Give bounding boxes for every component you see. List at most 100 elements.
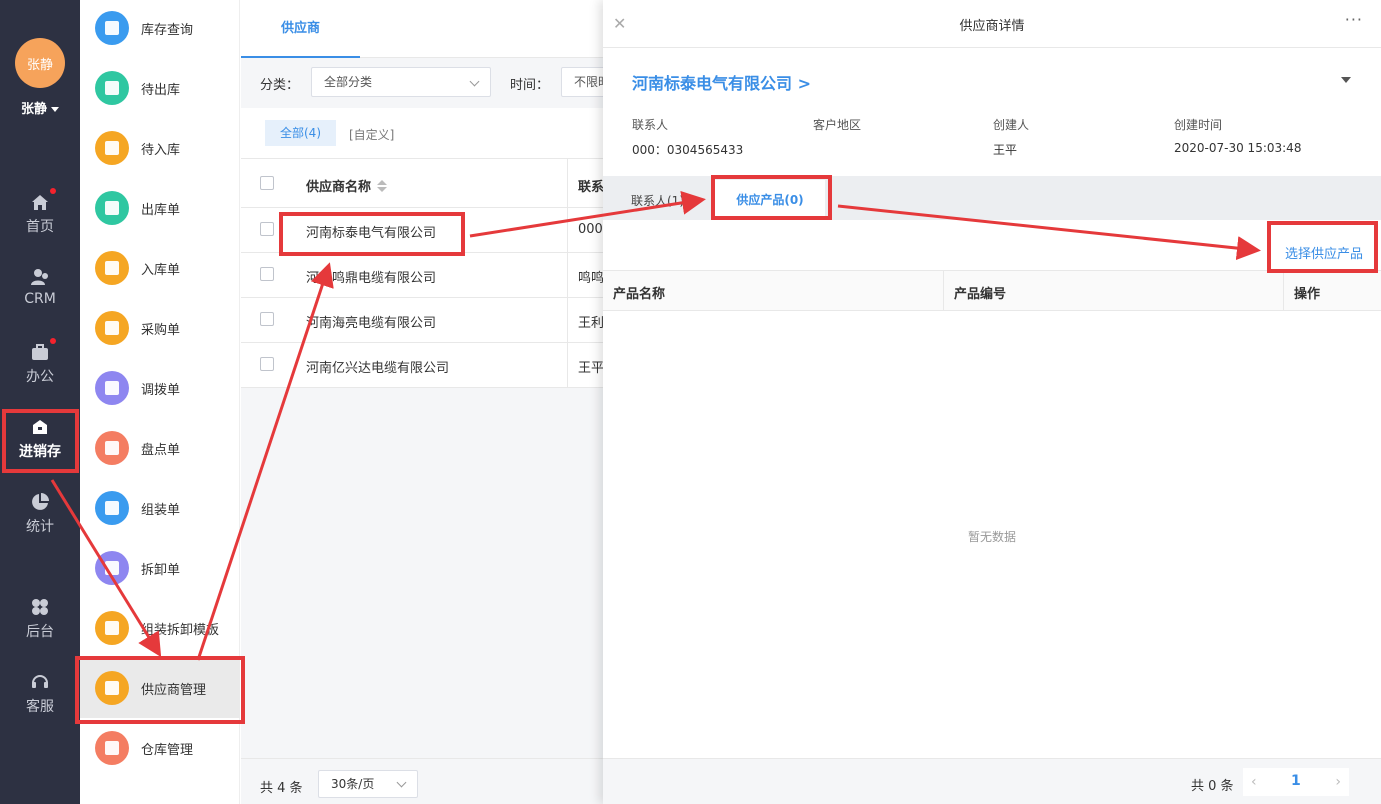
chevron-right-icon[interactable]: › <box>1335 774 1341 790</box>
drawer-pagination: 共 0 条 ‹ 1 › <box>603 758 1381 804</box>
annotation-box-inventory <box>2 409 79 473</box>
pie-chart-icon <box>30 492 50 512</box>
page-size-select[interactable]: 30条/页 <box>318 770 418 798</box>
caret-down-icon[interactable] <box>1341 77 1351 83</box>
rail-item-home[interactable]: 首页 <box>0 188 80 252</box>
view-all-chip[interactable]: 全部(4) <box>265 120 336 146</box>
transfer-order-icon <box>95 371 129 405</box>
category-filter-label: 分类： <box>260 78 300 93</box>
column-header-name[interactable]: 供应商名称 <box>306 176 388 196</box>
rail-label: 办公 <box>26 369 54 385</box>
menu-item-stock-query[interactable]: 库存查询 <box>80 0 240 58</box>
menu-item-stocktake-order[interactable]: 盘点单 <box>80 418 240 478</box>
notification-dot <box>50 338 56 344</box>
company-name-link[interactable]: 河南标泰电气有限公司 > <box>632 70 811 94</box>
supplier-list-panel: 供应商 分类： 全部分类 时间： 不限时 全部(4) [自定义] 供应商名称 联… <box>241 0 621 804</box>
column-header-contact[interactable]: 联系人 <box>578 176 603 195</box>
menu-label: 库存查询 <box>141 22 194 38</box>
rail-item-support[interactable]: 客服 <box>0 672 80 732</box>
supplier-contact: 王平 <box>578 361 603 376</box>
rail-item-office[interactable]: 办公 <box>0 338 80 402</box>
pager: ‹ 1 › <box>1243 768 1349 796</box>
rail-item-statistics[interactable]: 统计 <box>0 492 80 552</box>
empty-state: 暂无数据 <box>967 530 1016 544</box>
menu-item-disassembly-order[interactable]: 拆卸单 <box>80 538 240 598</box>
disassembly-order-icon <box>95 551 129 585</box>
notification-dot <box>50 188 56 194</box>
supplier-name[interactable]: 河南海亮电缆有限公司 <box>306 312 436 331</box>
column-divider <box>943 271 944 310</box>
row-checkbox[interactable] <box>260 357 274 371</box>
avatar[interactable]: 张静 <box>15 38 65 88</box>
field-label: 联系人 <box>632 118 669 132</box>
menu-item-assembly-template[interactable]: 组装拆卸模板 <box>80 598 240 658</box>
supplier-name[interactable]: 河南亿兴达电缆有限公司 <box>306 357 449 376</box>
menu-item-outbound-order[interactable]: 出库单 <box>80 178 240 238</box>
menu-item-pending-inbound[interactable]: 待入库 <box>80 118 240 178</box>
tab-contacts[interactable]: 联系人(1) <box>631 192 684 209</box>
user-menu[interactable]: 张静 <box>0 98 80 117</box>
supplier-detail-drawer: ✕ 供应商详情 ··· 河南标泰电气有限公司 > 联系人 000：03045654… <box>603 0 1381 804</box>
rail-label: CRM <box>24 291 56 307</box>
menu-item-assembly-order[interactable]: 组装单 <box>80 478 240 538</box>
chevron-left-icon[interactable]: ‹ <box>1251 774 1257 790</box>
warehouse-icon <box>95 731 129 765</box>
rail-item-admin[interactable]: 后台 <box>0 597 80 657</box>
menu-label: 待入库 <box>141 142 181 158</box>
menu-label: 采购单 <box>141 322 181 338</box>
annotation-box-products-tab <box>711 175 832 220</box>
more-icon[interactable]: ··· <box>1345 10 1363 29</box>
assembly-order-icon <box>95 491 129 525</box>
row-checkbox[interactable] <box>260 312 274 326</box>
supplier-table: 供应商名称 联系人 河南标泰电气有限公司 000 河南鸣鼎电缆有限公司 鸣鸣 河… <box>241 158 603 388</box>
assembly-template-icon <box>95 611 129 645</box>
field-value: 2020-07-30 15:03:48 <box>1174 141 1302 155</box>
table-row[interactable]: 河南亿兴达电缆有限公司 王平 <box>241 343 603 388</box>
row-checkbox[interactable] <box>260 267 274 281</box>
custom-view-link[interactable]: [自定义] <box>349 126 394 143</box>
chevron-down-icon <box>396 777 407 788</box>
briefcase-icon <box>30 338 56 362</box>
field-label: 创建时间 <box>1174 118 1223 132</box>
rail-item-crm[interactable]: CRM <box>0 267 80 327</box>
rail-label: 首页 <box>26 219 54 235</box>
crm-icon <box>30 267 50 287</box>
column-divider <box>567 208 568 252</box>
menu-item-purchase-order[interactable]: 采购单 <box>80 298 240 358</box>
row-checkbox[interactable] <box>260 222 274 236</box>
tab-suppliers[interactable]: 供应商 <box>241 0 360 58</box>
home-icon <box>30 188 56 212</box>
column-header-name-label: 供应商名称 <box>306 180 372 195</box>
field-value: 王平 <box>993 143 1018 157</box>
menu-item-warehouse-management[interactable]: 仓库管理 <box>80 718 240 778</box>
table-row[interactable]: 河南海亮电缆有限公司 王利 <box>241 298 603 343</box>
field-label: 创建人 <box>993 118 1030 132</box>
annotation-box-select-products <box>1267 221 1378 273</box>
rail-label: 统计 <box>26 519 54 535</box>
products-table-header: 产品名称 产品编号 操作 <box>603 270 1381 311</box>
menu-label: 入库单 <box>141 262 181 278</box>
column-divider <box>567 298 568 342</box>
chevron-down-icon <box>51 107 59 112</box>
page-number[interactable]: 1 <box>1291 773 1301 789</box>
category-select[interactable]: 全部分类 <box>311 67 491 97</box>
column-header-product-code: 产品编号 <box>954 287 1007 302</box>
column-header-action: 操作 <box>1294 287 1321 302</box>
time-filter-label: 时间： <box>510 78 550 93</box>
menu-item-transfer-order[interactable]: 调拨单 <box>80 358 240 418</box>
view-bar: 全部(4) [自定义] <box>241 108 603 158</box>
table-row[interactable]: 河南鸣鼎电缆有限公司 鸣鸣 <box>241 253 603 298</box>
select-all-checkbox[interactable] <box>260 176 274 190</box>
user-name: 张静 <box>20 102 47 117</box>
menu-label: 出库单 <box>141 202 181 218</box>
menu-item-inbound-order[interactable]: 入库单 <box>80 238 240 298</box>
purchase-order-icon <box>95 311 129 345</box>
supplier-name[interactable]: 河南鸣鼎电缆有限公司 <box>306 267 436 286</box>
menu-item-pending-outbound[interactable]: 待出库 <box>80 58 240 118</box>
category-select-value: 全部分类 <box>324 75 373 89</box>
menu-label: 待出库 <box>141 82 181 98</box>
pending-inbound-icon <box>95 131 129 165</box>
column-header-product-name: 产品名称 <box>613 287 666 302</box>
sort-icon[interactable] <box>377 179 388 196</box>
menu-label: 盘点单 <box>141 442 181 458</box>
